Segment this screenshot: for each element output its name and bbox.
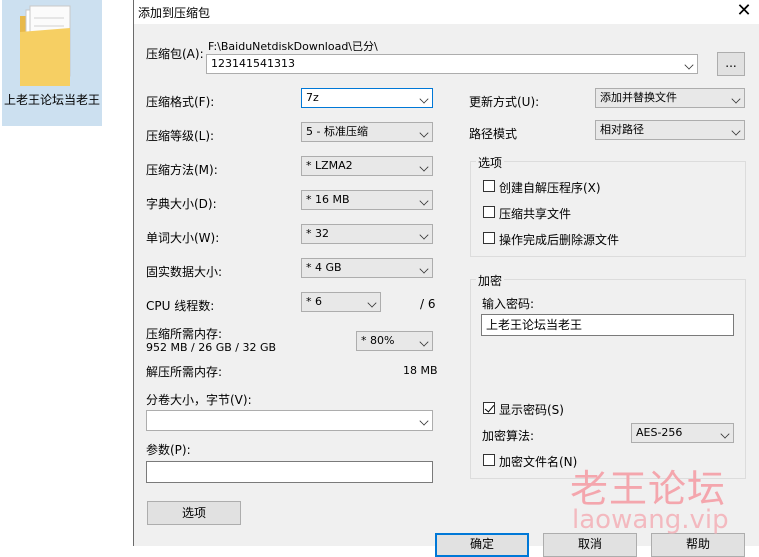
format-value: 7z <box>306 91 319 104</box>
encrypt-names-label: 加密文件名(N) <box>499 455 578 469</box>
algo-label: 加密算法: <box>482 429 535 443</box>
threads-max: / 6 <box>420 297 436 311</box>
watermark-url: laowang.vip <box>572 505 729 535</box>
mem-comp-label: 压缩所需内存: <box>146 327 223 341</box>
update-combo[interactable]: 添加并替换文件 <box>595 88 745 108</box>
folder-label: 上老王论坛当老王 <box>4 93 101 107</box>
show-password-checkbox[interactable] <box>483 402 495 414</box>
mem-percent-combo[interactable]: * 80% <box>356 331 433 351</box>
word-label: 单词大小(W): <box>146 231 220 245</box>
algo-combo[interactable]: AES-256 <box>631 423 734 443</box>
delete-source-label: 操作完成后删除源文件 <box>499 233 620 247</box>
mem-percent-value: * 80% <box>361 334 395 347</box>
chevron-down-icon[interactable] <box>720 429 730 439</box>
cancel-button[interactable]: 取消 <box>543 533 637 557</box>
chevron-down-icon[interactable] <box>731 94 741 104</box>
split-combo[interactable] <box>146 410 433 431</box>
threads-combo[interactable]: * 6 <box>301 292 381 312</box>
password-input[interactable]: 上老王论坛当老王 <box>481 314 734 336</box>
chevron-down-icon[interactable] <box>419 128 429 138</box>
options-group-title: 选项 <box>476 154 505 171</box>
format-label: 压缩格式(F): <box>146 95 215 109</box>
method-combo[interactable]: * LZMA2 <box>301 156 433 176</box>
desktop-folder-item[interactable]: 上老王论坛当老王 <box>2 0 102 126</box>
pathmode-label: 路径模式 <box>469 127 518 141</box>
params-label: 参数(P): <box>146 443 191 457</box>
sfx-label: 创建自解压程序(X) <box>499 181 601 195</box>
solid-value: * 4 GB <box>306 261 342 274</box>
archive-name-combo[interactable]: 123141541313 <box>206 54 698 74</box>
archive-name-value: 123141541313 <box>211 57 295 70</box>
split-label: 分卷大小，字节(V): <box>146 393 252 407</box>
archive-label: 压缩包(A): <box>146 47 204 61</box>
update-value: 添加并替换文件 <box>600 91 677 104</box>
solid-label: 固实数据大小: <box>146 265 223 279</box>
delete-source-checkbox[interactable] <box>483 232 495 244</box>
chevron-down-icon[interactable] <box>731 126 741 136</box>
pathmode-value: 相对路径 <box>600 123 644 136</box>
chevron-down-icon[interactable] <box>419 230 429 240</box>
title-bar[interactable]: 添加到压缩包 ✕ <box>134 0 759 24</box>
chevron-down-icon[interactable] <box>367 298 377 308</box>
archive-path: F:\BaiduNetdiskDownload\已分\ <box>208 40 378 53</box>
mem-decomp-value: 18 MB <box>403 364 438 377</box>
encrypt-group-title: 加密 <box>476 272 505 289</box>
solid-combo[interactable]: * 4 GB <box>301 258 433 278</box>
threads-value: * 6 <box>306 295 322 308</box>
mem-comp-value: 952 MB / 26 GB / 32 GB <box>146 341 277 354</box>
algo-value: AES-256 <box>636 426 683 439</box>
dialog-title: 添加到压缩包 <box>138 6 211 20</box>
word-value: * 32 <box>306 227 329 240</box>
method-label: 压缩方法(M): <box>146 163 218 177</box>
pathmode-combo[interactable]: 相对路径 <box>595 120 745 140</box>
chevron-down-icon[interactable] <box>419 196 429 206</box>
close-icon[interactable]: ✕ <box>730 0 758 24</box>
method-value: * LZMA2 <box>306 159 353 172</box>
ok-button[interactable]: 确定 <box>435 533 529 557</box>
desktop: 上老王论坛当老王 <box>0 0 133 546</box>
browse-button[interactable]: ... <box>717 52 745 76</box>
encrypt-names-checkbox[interactable] <box>483 454 495 466</box>
word-combo[interactable]: * 32 <box>301 224 433 244</box>
chevron-down-icon[interactable] <box>419 162 429 172</box>
shared-checkbox[interactable] <box>483 206 495 218</box>
level-value: 5 - 标准压缩 <box>306 125 368 138</box>
chevron-down-icon[interactable] <box>419 264 429 274</box>
options-button[interactable]: 选项 <box>147 501 241 525</box>
level-combo[interactable]: 5 - 标准压缩 <box>301 122 433 142</box>
shared-label: 压缩共享文件 <box>499 207 572 221</box>
chevron-down-icon[interactable] <box>684 60 694 70</box>
help-button[interactable]: 帮助 <box>651 533 745 557</box>
update-label: 更新方式(U): <box>469 95 540 109</box>
format-combo[interactable]: 7z <box>301 88 433 108</box>
level-label: 压缩等级(L): <box>146 129 215 143</box>
mem-decomp-label: 解压所需内存: <box>146 365 223 379</box>
show-password-label: 显示密码(S) <box>499 403 564 417</box>
folder-icon <box>20 5 71 86</box>
dict-value: * 16 MB <box>306 193 350 206</box>
sfx-checkbox[interactable] <box>483 180 495 192</box>
chevron-down-icon[interactable] <box>419 337 429 347</box>
params-input[interactable] <box>146 461 433 483</box>
threads-label: CPU 线程数: <box>146 299 215 313</box>
dict-combo[interactable]: * 16 MB <box>301 190 433 210</box>
password-label: 输入密码: <box>482 297 535 311</box>
dict-label: 字典大小(D): <box>146 197 217 211</box>
chevron-down-icon[interactable] <box>419 94 429 104</box>
chevron-down-icon[interactable] <box>419 416 429 426</box>
